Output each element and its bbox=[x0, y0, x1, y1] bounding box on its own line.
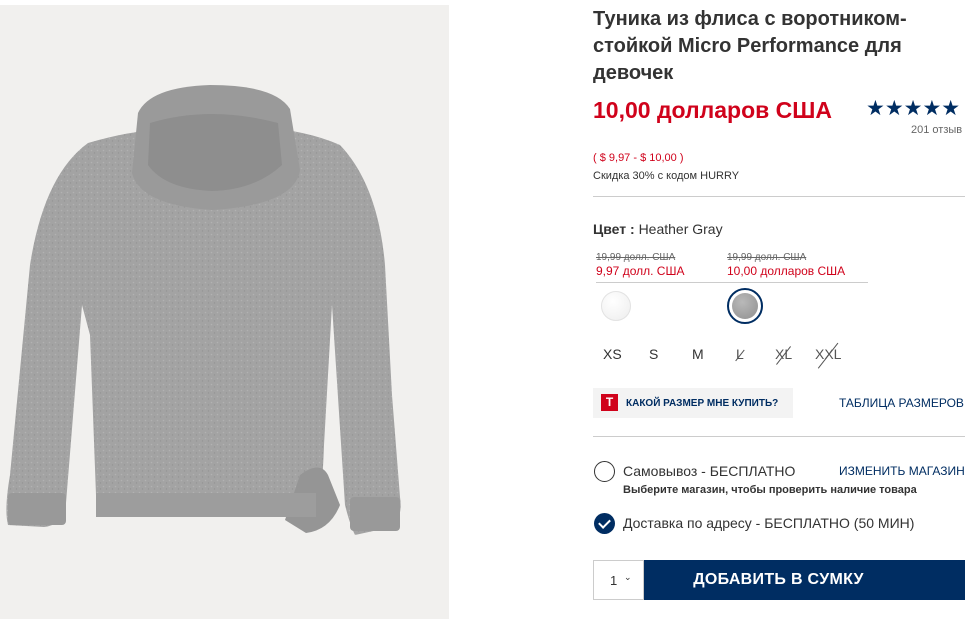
size-l-unavailable[interactable]: L bbox=[736, 346, 744, 362]
fit-finder-button[interactable]: T КАКОЙ РАЗМЕР МНЕ КУПИТЬ? bbox=[593, 388, 793, 418]
fit-finder-label: КАКОЙ РАЗМЕР МНЕ КУПИТЬ? bbox=[626, 398, 779, 409]
variant-sale-price: 10,00 долларов США bbox=[727, 264, 846, 278]
product-price: 10,00 долларов США bbox=[593, 97, 832, 123]
selected-color-name: Heather Gray bbox=[638, 221, 723, 237]
variant-old-price: 19,99 долл. США bbox=[596, 252, 676, 263]
review-count-link[interactable]: 201 отзыв bbox=[911, 124, 962, 136]
size-xl-unavailable[interactable]: XL bbox=[775, 346, 792, 362]
color-label: Цвет : bbox=[593, 221, 635, 237]
add-to-bag-button[interactable]: ДОБАВИТЬ В СУМКУ bbox=[644, 560, 965, 600]
size-s[interactable]: S bbox=[649, 346, 658, 362]
divider bbox=[593, 196, 965, 197]
quantity-value: 1 bbox=[610, 573, 618, 588]
size-xs[interactable]: XS bbox=[603, 346, 622, 362]
variant-price-rule bbox=[727, 282, 868, 283]
chevron-down-icon: ⌄ bbox=[624, 572, 632, 582]
product-info-panel: Туника из флиса с воротником-стойкой Mic… bbox=[593, 0, 965, 619]
variant-old-price: 19,99 долл. США bbox=[727, 252, 807, 263]
quantity-select[interactable]: 1 ⌄ bbox=[593, 560, 644, 600]
rating-stars[interactable]: ★★★★★ bbox=[866, 96, 960, 121]
pickup-sub-note: Выберите магазин, чтобы проверить наличи… bbox=[623, 484, 917, 496]
swatch-fill bbox=[732, 293, 758, 319]
product-image[interactable] bbox=[0, 5, 449, 619]
divider bbox=[593, 436, 965, 437]
product-title: Туника из флиса с воротником-стойкой Mic… bbox=[593, 8, 907, 84]
delivery-radio[interactable] bbox=[594, 513, 615, 534]
color-swatch-heather-gray[interactable] bbox=[727, 288, 763, 324]
variant-price-group: 19,99 долл. США 9,97 долл. США bbox=[596, 252, 737, 283]
size-xxl-unavailable[interactable]: XXL bbox=[815, 346, 841, 362]
variant-price-rule bbox=[596, 282, 737, 283]
color-selection-label: Цвет : Heather Gray bbox=[593, 221, 723, 237]
variant-price-group: 19,99 долл. США 10,00 долларов США bbox=[727, 252, 868, 283]
color-swatch-white[interactable] bbox=[601, 291, 631, 321]
pickup-radio[interactable] bbox=[594, 461, 615, 482]
fit-finder-icon: T bbox=[601, 394, 618, 411]
delivery-label[interactable]: Доставка по адресу - БЕСПЛАТНО (50 МИН) bbox=[623, 515, 914, 531]
size-m[interactable]: M bbox=[692, 346, 704, 362]
pickup-label[interactable]: Самовывоз - БЕСПЛАТНО bbox=[623, 463, 795, 479]
price-range: ( $ 9,97 - $ 10,00 ) bbox=[593, 152, 684, 164]
sweater-illustration bbox=[0, 5, 449, 619]
size-chart-link[interactable]: ТАБЛИЦА РАЗМЕРОВ bbox=[839, 396, 964, 410]
change-store-link[interactable]: ИЗМЕНИТЬ МАГАЗИН bbox=[839, 464, 965, 478]
promo-discount: Скидка 30% с кодом HURRY bbox=[593, 170, 740, 182]
variant-sale-price: 9,97 долл. США bbox=[596, 264, 685, 278]
